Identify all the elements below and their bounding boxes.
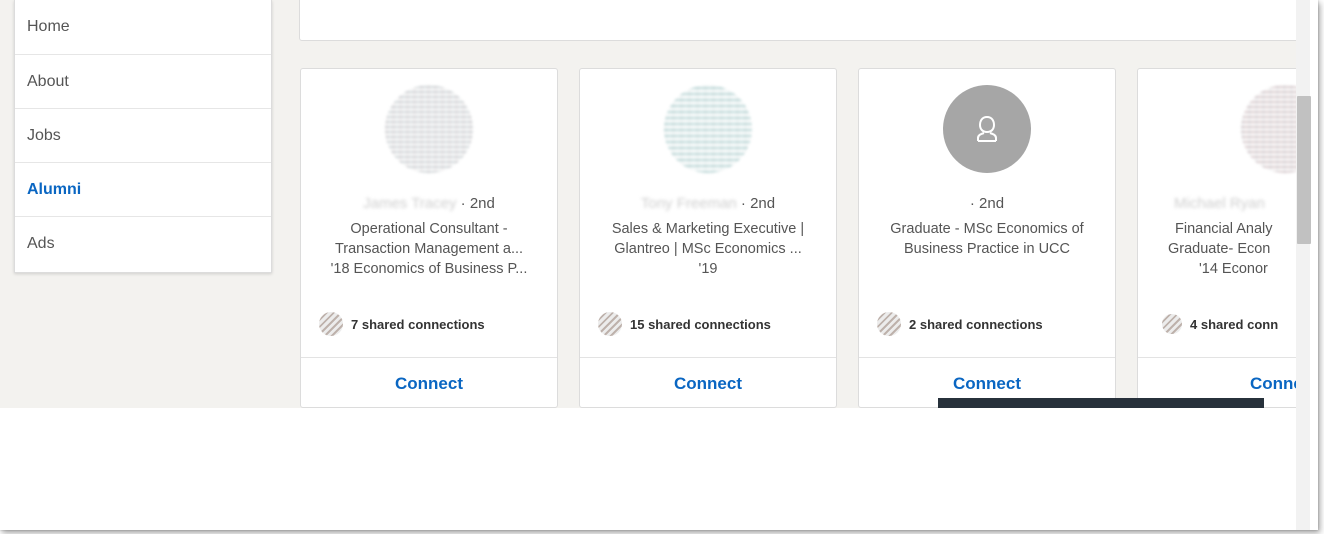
profile-photo[interactable] <box>664 85 752 173</box>
member-headline: Financial Analy Graduate- Econ '14 Econo… <box>1138 219 1296 279</box>
headline-line: Glantreo | MSc Economics ... <box>614 241 802 257</box>
shared-connections[interactable]: 7 shared connections <box>319 311 485 337</box>
page-nav-sidebar: Home About Jobs Alumni Ads <box>14 0 272 273</box>
connection-degree: · 2nd <box>969 195 1005 212</box>
member-name[interactable]: Tony Freeman <box>641 195 737 212</box>
nav-item-about[interactable]: About <box>15 55 271 109</box>
shared-connections-label: 4 shared conn <box>1190 316 1279 332</box>
headline-line: '18 Economics of Business P... <box>330 261 528 277</box>
shared-connection-avatar <box>598 312 622 336</box>
connection-degree: · 2nd <box>460 195 495 212</box>
headline-line: Financial Analy <box>1175 221 1273 237</box>
shared-connections[interactable]: 4 shared conn <box>1162 311 1278 337</box>
headline-line: Graduate- Econ <box>1168 241 1271 257</box>
connect-button[interactable]: Connect <box>674 374 742 394</box>
name-degree-line: Tony Freeman · 2nd <box>580 195 836 212</box>
member-name[interactable]: Michael Ryan <box>1174 195 1265 212</box>
scrollbar-thumb[interactable] <box>1297 96 1311 244</box>
card-footer: Connect <box>301 357 557 407</box>
shared-connections-label: 15 shared connections <box>630 316 771 332</box>
member-name[interactable]: James Tracey <box>363 195 456 212</box>
nav-item-home[interactable]: Home <box>15 0 271 55</box>
page-viewport: Home About Jobs Alumni Ads James Tracey … <box>0 0 1296 408</box>
card-footer: Connect <box>580 357 836 407</box>
shared-connection-avatar <box>319 312 343 336</box>
nav-item-jobs[interactable]: Jobs <box>15 109 271 163</box>
headline-line: '14 Econor <box>1199 261 1268 277</box>
person-outline-icon <box>977 115 997 142</box>
profile-photo[interactable] <box>943 85 1031 173</box>
headline-line: Sales & Marketing Executive | <box>611 221 805 237</box>
nav-item-alumni[interactable]: Alumni <box>15 163 271 217</box>
headline-line: '19 <box>698 261 718 277</box>
headline-line: Operational Consultant - <box>350 221 508 237</box>
nav-item-ads[interactable]: Ads <box>15 217 271 271</box>
shared-connections[interactable]: 15 shared connections <box>598 311 771 337</box>
shared-connection-avatar <box>1162 314 1182 334</box>
connection-degree: · 2nd <box>740 195 776 212</box>
connect-button[interactable]: Connect <box>953 374 1021 394</box>
search-filter-panel <box>299 0 1296 41</box>
member-headline: Graduate - MSc Economics of Business Pra… <box>869 219 1105 259</box>
notification-toast <box>938 398 1264 408</box>
headline-line: Business Practice in UCC <box>904 241 1070 257</box>
name-degree-line: · 2nd <box>859 195 1115 212</box>
shared-connections[interactable]: 2 shared connections <box>877 311 1043 337</box>
headline-line: Graduate - MSc Economics of <box>890 221 1084 237</box>
connect-button[interactable]: Connect <box>395 374 463 394</box>
shared-connections-label: 2 shared connections <box>909 316 1043 332</box>
alumni-card[interactable]: Tony Freeman · 2nd Sales & Marketing Exe… <box>579 68 837 408</box>
alumni-card[interactable]: James Tracey · 2nd Operational Consultan… <box>300 68 558 408</box>
alumni-card[interactable]: Michael Ryan Financial Analy Graduate- E… <box>1137 68 1296 408</box>
headline-line: Transaction Management a... <box>334 241 524 257</box>
shared-connections-label: 7 shared connections <box>351 316 485 332</box>
connect-button[interactable]: Connect <box>1250 374 1296 394</box>
name-degree-line: Michael Ryan <box>1174 195 1296 212</box>
shared-connection-avatar <box>877 312 901 336</box>
member-headline: Operational Consultant - Transaction Man… <box>311 219 547 279</box>
name-degree-line: James Tracey · 2nd <box>301 195 557 212</box>
profile-photo[interactable] <box>385 85 473 173</box>
alumni-card[interactable]: · 2nd Graduate - MSc Economics of Busine… <box>858 68 1116 408</box>
browser-frame: Home About Jobs Alumni Ads James Tracey … <box>0 0 1318 530</box>
member-headline: Sales & Marketing Executive | Glantreo |… <box>590 219 826 279</box>
profile-photo[interactable] <box>1241 85 1296 173</box>
scrollbar-track[interactable] <box>1296 0 1310 530</box>
